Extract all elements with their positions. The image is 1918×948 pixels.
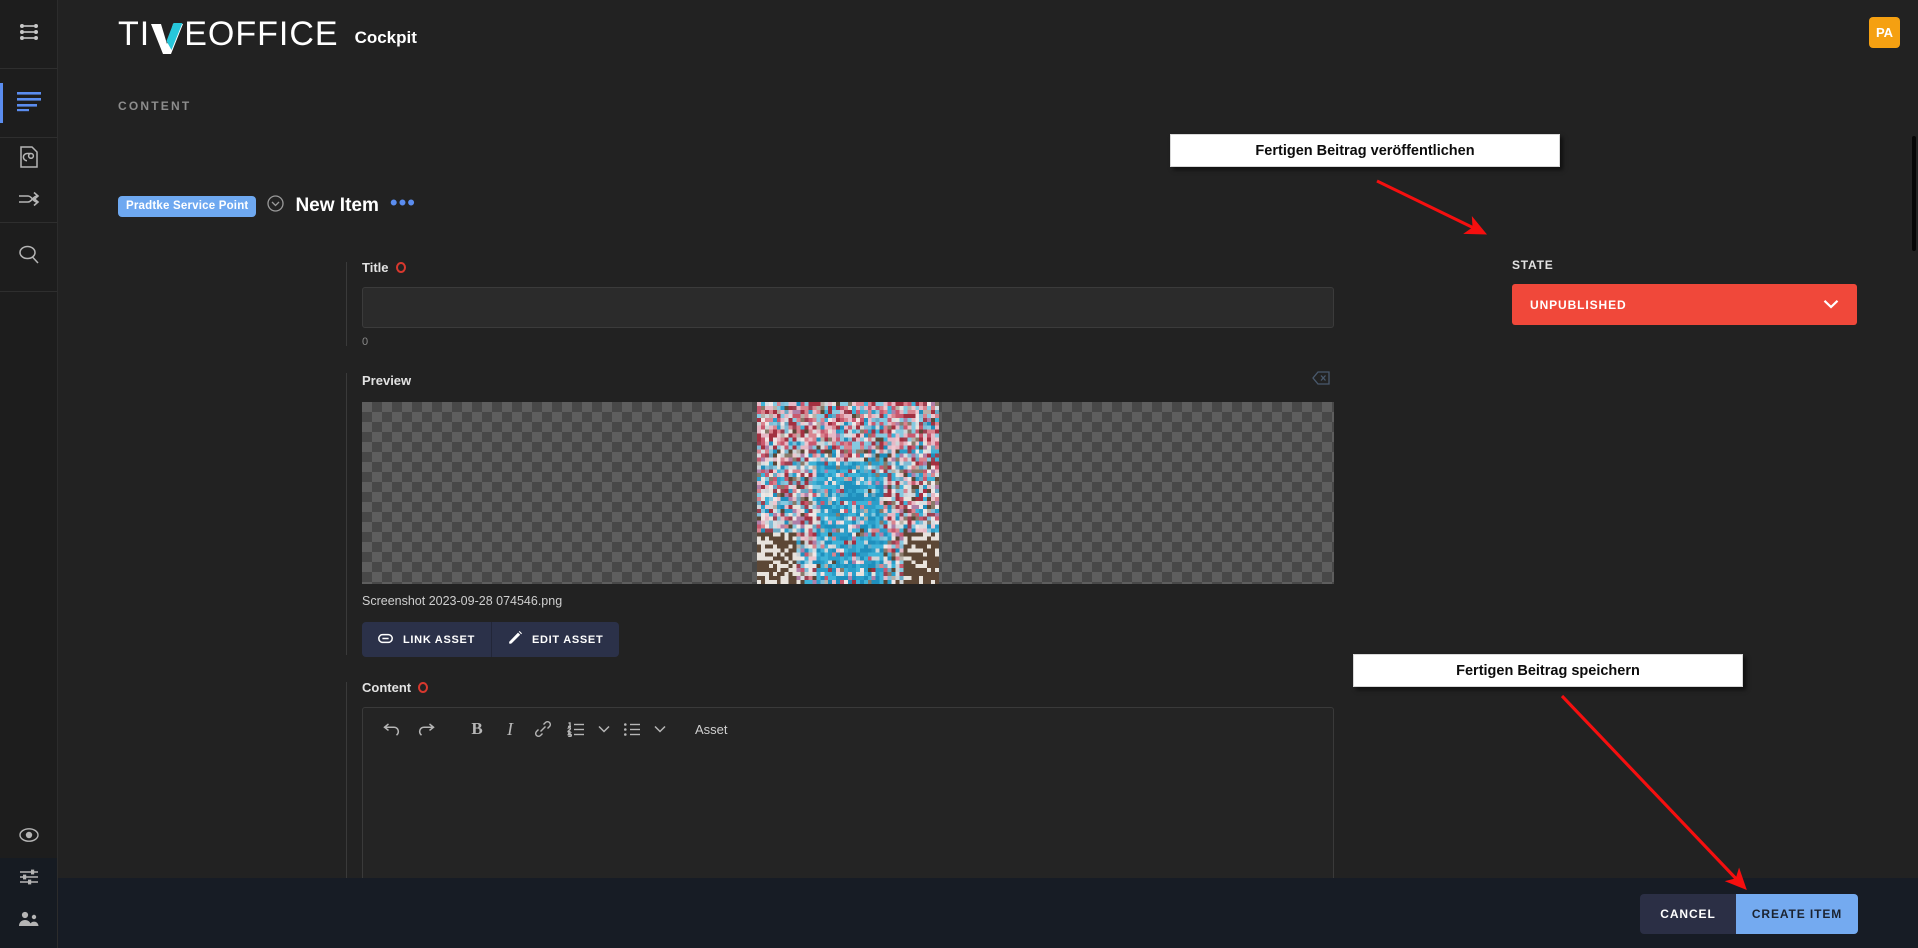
sidebar bbox=[0, 0, 58, 948]
page-body: CONTENT Pradtke Service Point New Item •… bbox=[58, 68, 1918, 948]
footer-bar: CANCEL CREATE ITEM bbox=[58, 878, 1918, 948]
edit-asset-button[interactable]: EDIT ASSET bbox=[491, 622, 619, 657]
product-name: Cockpit bbox=[354, 28, 417, 47]
users-icon bbox=[18, 910, 40, 933]
title-char-counter: 0 bbox=[362, 336, 369, 348]
remove-tag-icon[interactable] bbox=[1312, 371, 1330, 390]
ordered-list-icon[interactable] bbox=[561, 714, 591, 744]
editor-asset-button[interactable]: Asset bbox=[695, 722, 728, 737]
field-preview: Preview Screenshot 2023-09-28 074546.png bbox=[346, 371, 1334, 657]
vertical-scrollbar-thumb[interactable] bbox=[1912, 136, 1916, 251]
sidebar-section-tools bbox=[0, 138, 57, 223]
state-panel: STATE UNPUBLISHED bbox=[1512, 258, 1857, 325]
top-bar: TI EOFFICE Cockpit PA bbox=[58, 0, 1918, 68]
chevron-down-icon bbox=[1823, 296, 1839, 314]
brand: TI EOFFICE Cockpit bbox=[118, 15, 417, 54]
italic-button[interactable]: I bbox=[495, 714, 525, 744]
bold-button[interactable]: B bbox=[462, 714, 492, 744]
breadcrumb-collection-badge[interactable]: Pradtke Service Point bbox=[118, 195, 257, 217]
sidebar-item-account[interactable] bbox=[0, 816, 58, 858]
sidebar-item-assets[interactable] bbox=[0, 138, 58, 180]
avatar[interactable]: PA bbox=[1869, 17, 1900, 48]
sidebar-item-users[interactable] bbox=[0, 900, 58, 942]
sidebar-item-dashboard[interactable] bbox=[0, 0, 58, 68]
field-preview-label: Preview bbox=[362, 373, 411, 388]
breadcrumb-chevron-circle-icon[interactable] bbox=[267, 195, 285, 217]
bullet-list-chevron-down-icon[interactable] bbox=[650, 714, 670, 744]
asset-actions: LINK ASSET EDIT ASSET bbox=[362, 622, 620, 657]
field-title: Title 0 bbox=[346, 260, 1334, 348]
pencil-icon bbox=[508, 631, 522, 648]
create-item-button[interactable]: CREATE ITEM bbox=[1736, 894, 1858, 934]
required-indicator-icon bbox=[418, 682, 429, 693]
undo-icon[interactable] bbox=[377, 714, 407, 744]
link-asset-button[interactable]: LINK ASSET bbox=[362, 622, 491, 657]
title-input[interactable] bbox=[362, 287, 1334, 328]
edit-asset-label: EDIT ASSET bbox=[532, 633, 604, 646]
logo-text-part-2: EOFFICE bbox=[184, 15, 339, 53]
search-icon bbox=[17, 243, 41, 272]
sidebar-section-primary bbox=[0, 0, 57, 69]
required-indicator-icon bbox=[395, 262, 406, 273]
annotation-publish-note: Fertigen Beitrag veröffentlichen bbox=[1170, 134, 1560, 167]
section-label: CONTENT bbox=[118, 99, 192, 113]
cancel-button[interactable]: CANCEL bbox=[1640, 894, 1736, 934]
vertical-scrollbar[interactable] bbox=[1910, 136, 1918, 878]
nodes-graph-icon bbox=[17, 20, 41, 49]
logo-text-part-1: TI bbox=[118, 15, 151, 53]
asset-thumbnail bbox=[757, 402, 939, 584]
sidebar-item-search[interactable] bbox=[0, 223, 58, 291]
field-preview-label-text: Preview bbox=[362, 373, 412, 388]
footer-actions: CANCEL CREATE ITEM bbox=[1640, 894, 1858, 934]
asset-preview-box bbox=[362, 402, 1334, 584]
item-form: Title 0 Preview Screenshot 2023-09-28 07… bbox=[346, 260, 1334, 948]
state-label: STATE bbox=[1512, 258, 1554, 272]
field-preview-header: Preview bbox=[362, 371, 1334, 402]
account-circle-icon bbox=[18, 825, 39, 850]
redo-icon[interactable] bbox=[410, 714, 440, 744]
sidebar-item-content[interactable] bbox=[0, 69, 58, 137]
bullet-list-icon[interactable] bbox=[617, 714, 647, 744]
link-asset-label: LINK ASSET bbox=[403, 633, 475, 646]
field-title-label-text: Title bbox=[362, 260, 389, 275]
editor-toolbar: B I Asset bbox=[363, 708, 1333, 750]
ordered-list-chevron-down-icon[interactable] bbox=[594, 714, 614, 744]
state-select[interactable]: UNPUBLISHED bbox=[1512, 284, 1857, 325]
asset-file-icon bbox=[18, 145, 40, 174]
content-lines-icon bbox=[16, 90, 42, 117]
asset-filename: Screenshot 2023-09-28 074546.png bbox=[362, 594, 563, 608]
link-icon bbox=[378, 633, 393, 647]
field-title-label: Title bbox=[362, 260, 1334, 275]
field-content-label-text: Content bbox=[362, 680, 412, 695]
sidebar-item-settings[interactable] bbox=[0, 858, 58, 900]
settings-sliders-icon bbox=[19, 867, 39, 892]
page-title: New Item bbox=[295, 195, 379, 216]
breadcrumb: Pradtke Service Point New Item ••• bbox=[118, 192, 416, 217]
sidebar-item-sync[interactable] bbox=[0, 180, 58, 222]
state-value: UNPUBLISHED bbox=[1530, 297, 1627, 312]
sidebar-section-search bbox=[0, 223, 57, 292]
logo-wordmark: TI EOFFICE bbox=[118, 15, 339, 54]
sidebar-bottom-group bbox=[0, 858, 57, 948]
sidebar-section-content bbox=[0, 69, 57, 138]
sync-arrows-icon bbox=[17, 190, 41, 213]
link-icon[interactable] bbox=[528, 714, 558, 744]
field-content-label: Content bbox=[362, 680, 1334, 695]
breadcrumb-more-button[interactable]: ••• bbox=[390, 192, 416, 214]
annotation-save-note: Fertigen Beitrag speichern bbox=[1353, 654, 1743, 687]
